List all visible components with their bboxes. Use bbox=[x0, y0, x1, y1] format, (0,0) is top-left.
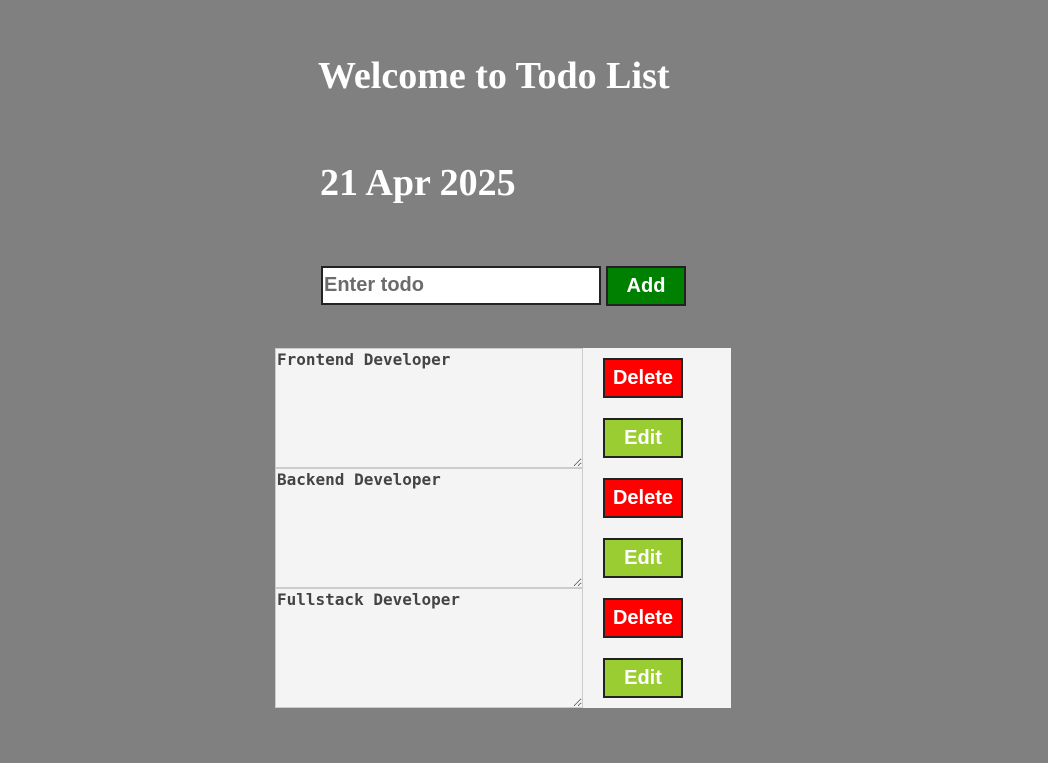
todo-text[interactable] bbox=[275, 348, 583, 468]
todo-item: Delete Edit bbox=[275, 348, 731, 468]
delete-button[interactable]: Delete bbox=[603, 598, 683, 638]
todo-text[interactable] bbox=[275, 468, 583, 588]
edit-button[interactable]: Edit bbox=[603, 658, 683, 698]
edit-button[interactable]: Edit bbox=[603, 418, 683, 458]
edit-button[interactable]: Edit bbox=[603, 538, 683, 578]
add-button[interactable]: Add bbox=[606, 266, 686, 306]
current-date: 21 Apr 2025 bbox=[320, 162, 516, 204]
todo-input[interactable] bbox=[321, 266, 601, 305]
delete-button[interactable]: Delete bbox=[603, 478, 683, 518]
todo-list: Delete Edit Delete Edit Delete Edit bbox=[275, 348, 731, 708]
page-title: Welcome to Todo List bbox=[318, 55, 670, 97]
todo-item: Delete Edit bbox=[275, 588, 731, 708]
todo-text[interactable] bbox=[275, 588, 583, 708]
todo-item: Delete Edit bbox=[275, 468, 731, 588]
delete-button[interactable]: Delete bbox=[603, 358, 683, 398]
